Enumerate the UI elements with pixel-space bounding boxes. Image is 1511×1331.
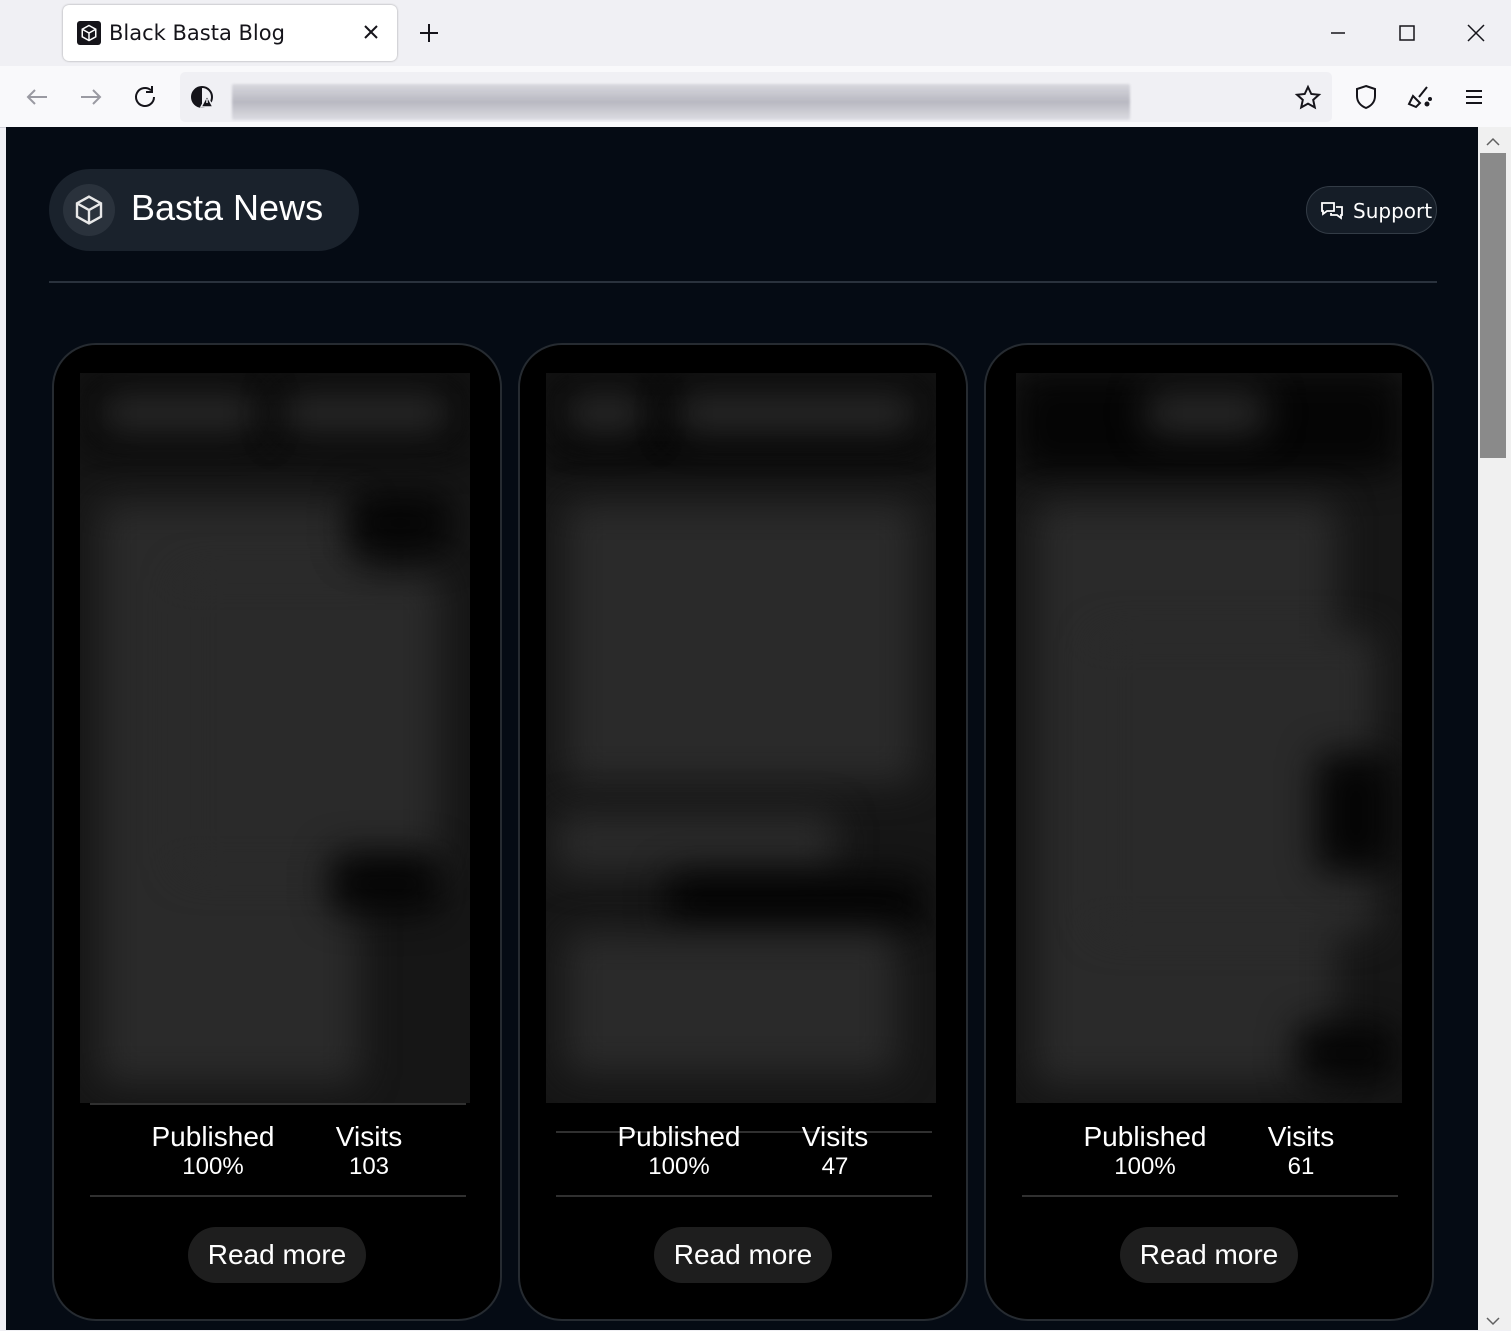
- support-label: Support: [1353, 199, 1433, 223]
- published-value: 100%: [182, 1153, 244, 1180]
- brand-logo[interactable]: Basta News: [49, 169, 359, 251]
- visits-label: Visits: [1267, 1121, 1335, 1152]
- new-identity-broom-icon[interactable]: [1405, 82, 1435, 112]
- minimize-window-icon[interactable]: [1323, 18, 1353, 48]
- card-divider-bottom: [1022, 1195, 1398, 1197]
- page-scrollbar[interactable]: [1478, 127, 1511, 1330]
- post-preview-image-blurred[interactable]: [1016, 373, 1402, 1103]
- read-more-button[interactable]: Read more: [1120, 1227, 1298, 1283]
- post-preview-image-blurred[interactable]: [546, 373, 936, 1103]
- published-label: Published: [1083, 1121, 1207, 1152]
- hamburger-menu-icon[interactable]: [1459, 82, 1489, 112]
- brand-title: Basta News: [131, 187, 324, 228]
- forward-arrow-icon[interactable]: [76, 82, 106, 112]
- page-viewport: Basta News Support Published 100% Visits…: [6, 127, 1478, 1330]
- browser-tab[interactable]: Black Basta Blog: [63, 5, 397, 61]
- visits-stat: Visits 103: [289, 1121, 449, 1181]
- card-divider-bottom: [556, 1195, 932, 1197]
- visits-stat: Visits 61: [1221, 1121, 1381, 1181]
- header-divider: [49, 281, 1437, 283]
- back-arrow-icon[interactable]: [22, 82, 52, 112]
- support-button[interactable]: Support: [1306, 186, 1437, 234]
- card-divider-top: [90, 1103, 466, 1105]
- published-value: 100%: [1114, 1153, 1176, 1180]
- published-value: 100%: [648, 1153, 710, 1180]
- published-stat: Published 100%: [133, 1121, 293, 1181]
- published-stat: Published 100%: [1065, 1121, 1225, 1181]
- card-divider-bottom: [90, 1195, 466, 1197]
- tab-strip: Black Basta Blog: [0, 0, 1511, 66]
- post-card: Published 100% Visits 61 Read more: [984, 343, 1434, 1321]
- visits-value: 47: [821, 1153, 849, 1180]
- close-window-icon[interactable]: [1461, 18, 1491, 48]
- new-tab-plus-icon[interactable]: [414, 18, 444, 48]
- published-label: Published: [617, 1121, 741, 1152]
- close-tab-icon[interactable]: [359, 20, 383, 44]
- tor-onion-warning-icon[interactable]: [190, 84, 216, 110]
- published-stat: Published 100%: [599, 1121, 759, 1181]
- address-bar[interactable]: [180, 72, 1332, 122]
- shield-icon[interactable]: [1351, 82, 1381, 112]
- published-label: Published: [151, 1121, 275, 1152]
- post-preview-image-blurred[interactable]: [80, 373, 470, 1103]
- cube-icon: [63, 184, 115, 236]
- maximize-window-icon[interactable]: [1392, 18, 1422, 48]
- visits-value: 61: [1287, 1153, 1315, 1180]
- scrollbar-thumb[interactable]: [1480, 153, 1506, 458]
- visits-label: Visits: [801, 1121, 869, 1152]
- url-text-redacted[interactable]: [232, 84, 1130, 120]
- post-card: Published 100% Visits 103 Read more: [52, 343, 502, 1321]
- cube-favicon-icon: [77, 21, 101, 45]
- reload-icon[interactable]: [130, 82, 160, 112]
- scroll-down-arrow-icon[interactable]: [1485, 1312, 1501, 1326]
- bookmark-star-icon[interactable]: [1294, 84, 1322, 112]
- tab-title: Black Basta Blog: [109, 21, 285, 45]
- scroll-up-arrow-icon[interactable]: [1485, 133, 1501, 146]
- navigation-toolbar: [0, 66, 1511, 128]
- post-card: Published 100% Visits 47 Read more: [518, 343, 968, 1321]
- visits-label: Visits: [335, 1121, 403, 1152]
- visits-value: 103: [348, 1153, 390, 1180]
- read-more-button[interactable]: Read more: [188, 1227, 366, 1283]
- read-more-button[interactable]: Read more: [654, 1227, 832, 1283]
- visits-stat: Visits 47: [755, 1121, 915, 1181]
